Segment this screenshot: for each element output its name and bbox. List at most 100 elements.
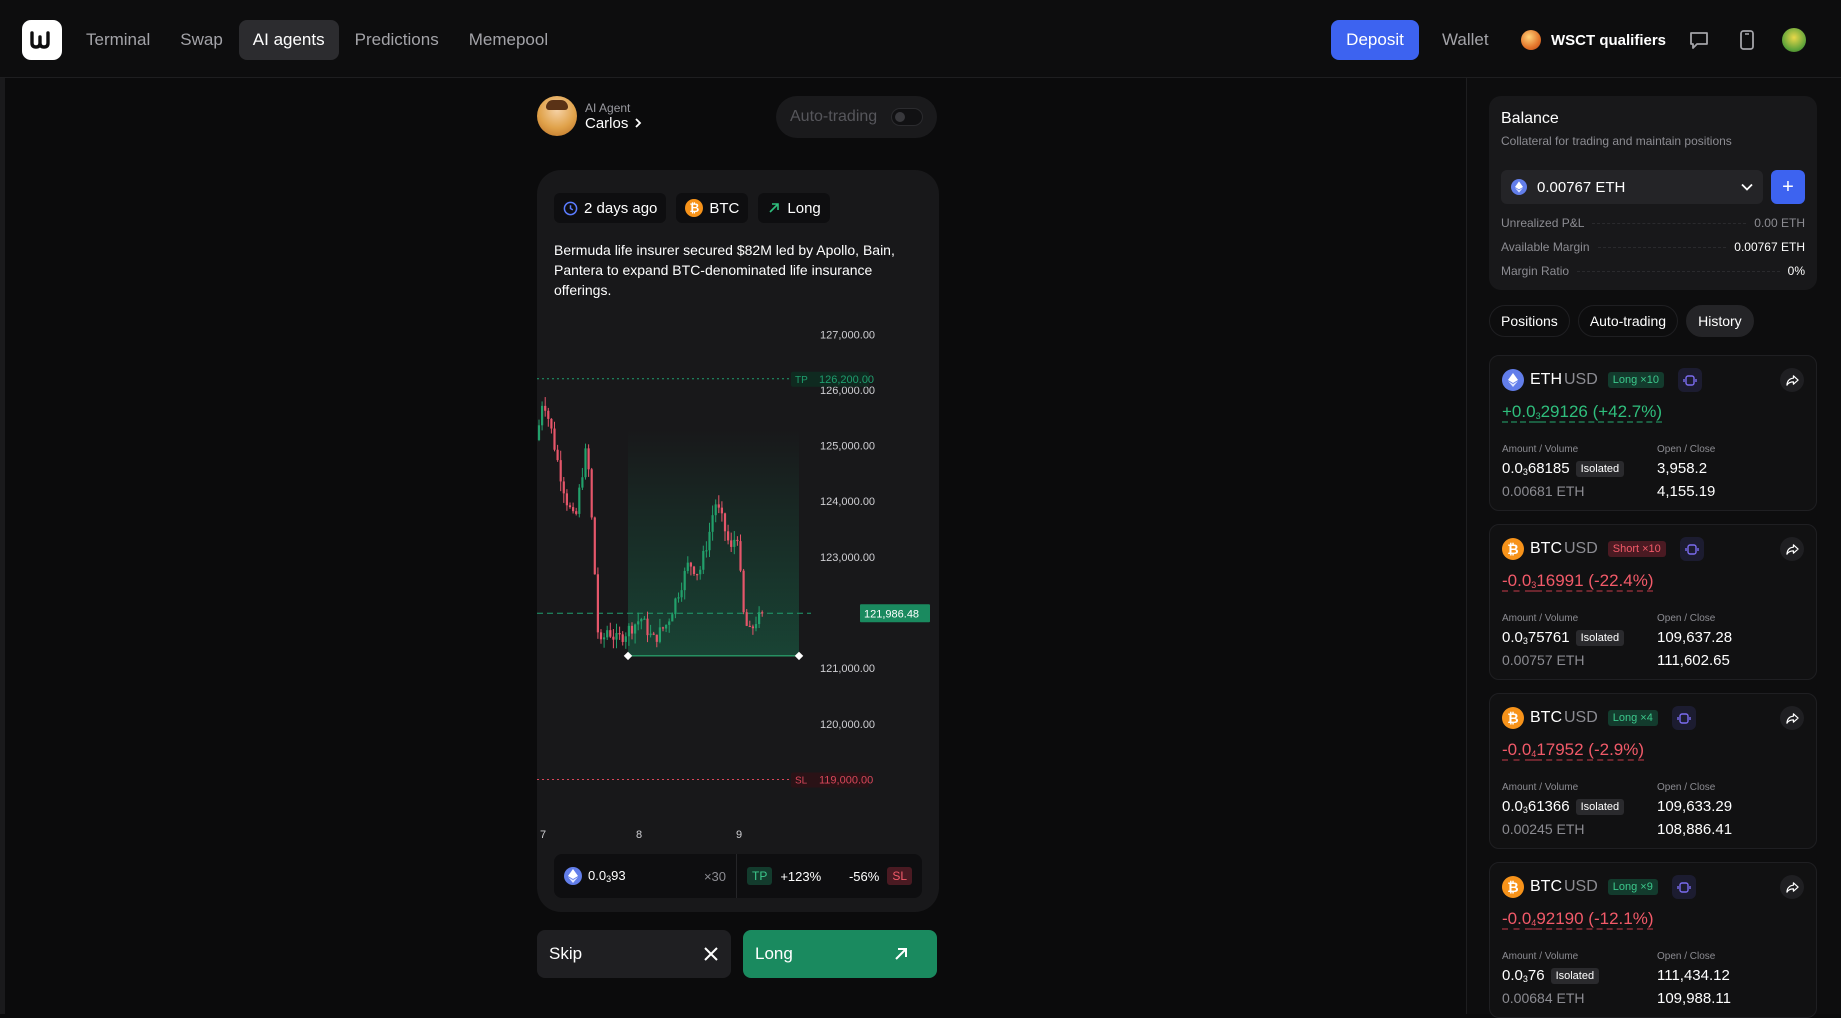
agent-name[interactable]: Carlos	[585, 115, 642, 132]
candle-body	[671, 614, 674, 622]
y-tick-label: 121,000.00	[820, 663, 875, 675]
candle-body	[603, 637, 606, 640]
candle-body	[643, 618, 646, 620]
share-icon[interactable]	[1780, 706, 1804, 730]
agent-name-text: Carlos	[585, 114, 629, 132]
position-card[interactable]: ₿ BTC USD Short ×10 -0.0316991 (-22.4%) Amoun…	[1489, 524, 1817, 680]
amount-field[interactable]: 0.0393 ×30	[554, 854, 737, 898]
candle-body	[748, 625, 751, 628]
autotrading-label: Auto-trading	[790, 108, 878, 125]
wsct-qualifiers-link[interactable]: WSCT qualifiers	[1521, 20, 1666, 60]
close-price: 4,155.19	[1657, 483, 1716, 500]
robot-icon	[1671, 706, 1696, 730]
y-tick-label: 127,000.00	[820, 329, 875, 341]
row-value: 0%	[1787, 264, 1805, 278]
chevron-right-icon	[635, 118, 642, 128]
nav-terminal[interactable]: Terminal	[72, 20, 164, 60]
candle-body	[544, 405, 547, 411]
toggle-switch[interactable]	[891, 108, 923, 126]
tab-auto-trading[interactable]: Auto-trading	[1577, 305, 1679, 337]
nav-swap[interactable]: Swap	[166, 20, 237, 60]
candle-body	[547, 410, 550, 419]
open-close-label: Open / Close	[1657, 444, 1716, 455]
y-tick-label: 124,000.00	[820, 496, 875, 508]
logo-icon[interactable]	[22, 20, 62, 60]
position-card[interactable]: ₿ BTC USD Long ×4 -0.0417952 (-2.9%) Amount /…	[1489, 693, 1817, 849]
trade-params-bar: 0.0393 ×30 TP +123% -56% SL	[554, 854, 922, 898]
autotrading-toggle[interactable]: Auto-trading	[776, 96, 937, 138]
share-icon[interactable]	[1780, 368, 1804, 392]
position-amount: 0.0376 Isolated	[1502, 967, 1600, 984]
ethereum-icon	[564, 867, 582, 885]
nav-predictions[interactable]: Predictions	[341, 20, 453, 60]
candle-body	[537, 425, 541, 440]
candle-body	[677, 597, 680, 599]
candle-body	[624, 636, 627, 642]
candle-body	[730, 540, 733, 547]
position-amount: 0.0375761 Isolated	[1502, 629, 1625, 646]
signal-chips: 2 days ago ₿ BTC Long	[554, 193, 830, 223]
mobile-icon[interactable]	[1734, 27, 1760, 53]
y-tick-label: 123,000.00	[820, 552, 875, 564]
long-label: Long	[755, 944, 793, 963]
position-pnl: -0.0492190 (-12.1%)	[1502, 909, 1654, 928]
wallet-link[interactable]: Wallet	[1428, 20, 1503, 60]
candle-body	[596, 574, 599, 633]
chat-icon[interactable]	[1686, 27, 1712, 53]
position-volume: 0.00757 ETH	[1502, 652, 1585, 668]
position-card[interactable]: ₿ BTC USD Long ×9 -0.0492190 (-12.1%) Amount …	[1489, 862, 1817, 1018]
collateral-value: 0.00767 ETH	[1537, 178, 1626, 196]
open-price: 109,637.28	[1657, 629, 1733, 646]
current-price-label: 121,986.48	[864, 608, 919, 620]
y-tick-label: 120,000.00	[820, 719, 875, 731]
agent-avatar	[537, 96, 577, 136]
main-nav: Terminal Swap AI agents Predictions Meme…	[72, 20, 562, 60]
profit-zone	[628, 428, 799, 656]
share-icon[interactable]	[1780, 537, 1804, 561]
position-card[interactable]: ETH USD Long ×10 +0.0329126 (+42.7%) Amount …	[1489, 355, 1817, 511]
candle-body	[702, 550, 705, 570]
asset-label: BTC	[709, 199, 740, 217]
tp-tag-label: TP	[795, 375, 808, 386]
candle-body	[606, 630, 609, 638]
candle-body	[658, 627, 661, 642]
tab-positions[interactable]: Positions	[1489, 305, 1570, 337]
balance-subtitle: Collateral for trading and maintain posi…	[1501, 134, 1732, 148]
tp-percent: +123%	[780, 868, 822, 884]
skip-button[interactable]: Skip	[537, 930, 731, 978]
collateral-select[interactable]: 0.00767 ETH	[1501, 170, 1763, 204]
tp-sl-field[interactable]: TP +123% -56% SL	[737, 854, 922, 898]
tab-history[interactable]: History	[1686, 305, 1754, 337]
share-icon[interactable]	[1780, 875, 1804, 899]
position-amount: 0.0368185 Isolated	[1502, 460, 1625, 477]
candle-body	[736, 539, 739, 542]
close-icon	[704, 947, 718, 961]
arrow-up-right-icon	[895, 948, 907, 960]
nav-ai-agents[interactable]: AI agents	[238, 20, 339, 60]
candle-body	[686, 562, 689, 571]
candle-body	[733, 539, 736, 547]
agent-header[interactable]: AI Agent Carlos	[537, 96, 642, 136]
balance-panel: Balance Collateral for trading and maint…	[1489, 96, 1817, 290]
candle-body	[621, 634, 624, 642]
position-pnl: +0.0329126 (+42.7%)	[1502, 402, 1663, 421]
isolated-badge: Isolated	[1575, 629, 1625, 646]
clock-icon	[563, 201, 578, 215]
candle-body	[618, 633, 621, 635]
time-label: 2 days ago	[584, 199, 658, 217]
avatar[interactable]	[1782, 28, 1806, 52]
margin-ratio-row: Margin Ratio 0%	[1501, 264, 1805, 278]
candle-body	[599, 632, 603, 640]
candle-body	[674, 598, 677, 615]
long-button[interactable]: Long	[743, 930, 937, 978]
position-quote: USD	[1564, 540, 1598, 557]
candle-body	[649, 633, 652, 636]
price-chart[interactable]: 127,000.00126,000.00125,000.00124,000.00…	[537, 304, 939, 844]
top-bar: Terminal Swap AI agents Predictions Meme…	[0, 0, 1841, 78]
deposit-button[interactable]: Deposit	[1331, 20, 1419, 60]
amount-value: 0.0393	[588, 868, 626, 884]
nav-memepool[interactable]: Memepool	[455, 20, 562, 60]
add-collateral-button[interactable]: +	[1771, 170, 1805, 204]
candle-body	[575, 511, 578, 514]
candle-body	[612, 636, 615, 640]
